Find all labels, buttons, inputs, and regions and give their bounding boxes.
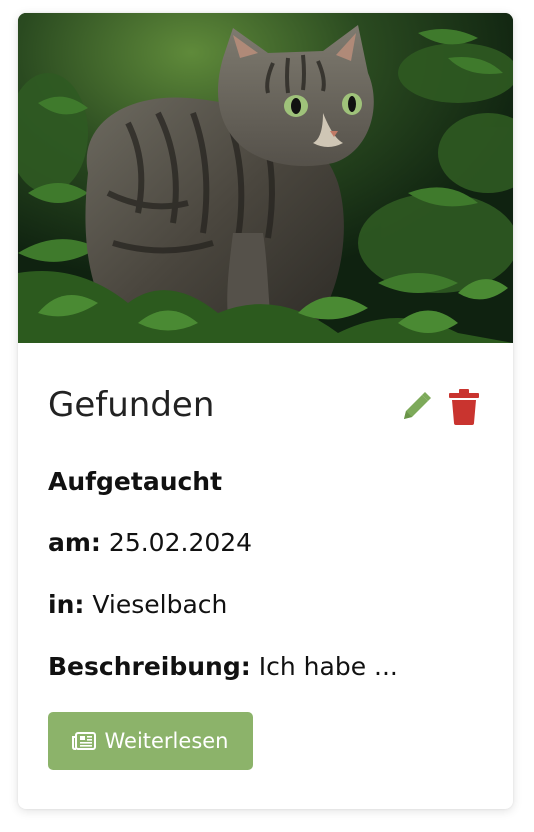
status-label: Aufgetaucht — [48, 467, 223, 496]
card-header: Gefunden — [48, 383, 483, 433]
read-more-label: Weiterlesen — [104, 729, 229, 753]
card-body: Gefunden Aufgetaucht am: 25.02.2024 in: … — [48, 343, 483, 809]
date-line: am: 25.02.2024 — [48, 527, 483, 559]
place-label: in: — [48, 590, 85, 619]
pencil-icon — [404, 392, 431, 419]
place-line: in: Vieselbach — [48, 589, 483, 621]
status-line: Aufgetaucht — [48, 466, 483, 498]
cat-photo — [18, 13, 513, 343]
description-value: Ich habe ... — [258, 652, 398, 681]
date-value: 25.02.2024 — [108, 528, 253, 557]
edit-button[interactable] — [397, 388, 435, 426]
date-label: am: — [48, 528, 101, 557]
description-label: Beschreibung: — [48, 652, 251, 681]
delete-button[interactable] — [445, 388, 483, 426]
read-more-button[interactable]: Weiterlesen — [48, 712, 253, 770]
card-actions — [397, 387, 483, 427]
place-value: Vieselbach — [92, 590, 228, 619]
description-line: Beschreibung: Ich habe ... — [48, 651, 483, 683]
found-pet-card: Gefunden Aufgetaucht am: 25.02.2024 in: … — [18, 13, 513, 809]
card-title: Gefunden — [48, 385, 215, 425]
newspaper-icon — [72, 732, 97, 750]
trash-icon — [449, 389, 479, 425]
